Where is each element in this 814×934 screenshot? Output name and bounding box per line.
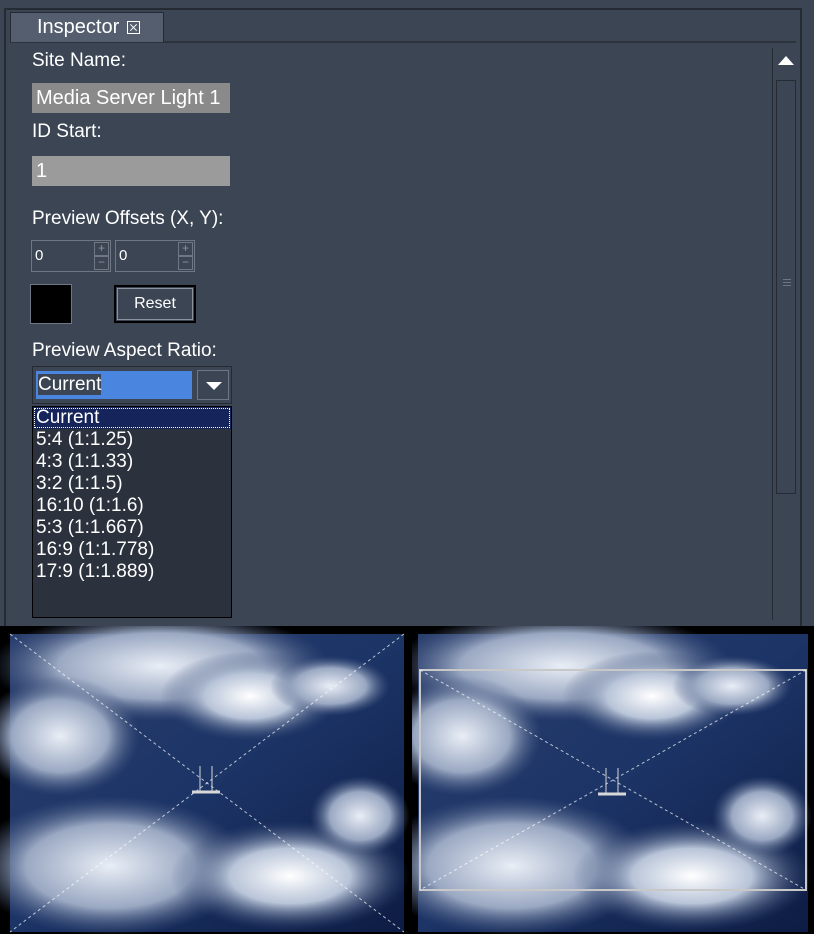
- aspect-ratio-selected-value[interactable]: Current: [36, 371, 192, 399]
- scroll-grip-icon: [783, 279, 791, 280]
- preview-current: [0, 626, 412, 934]
- offset-y-decrement-button[interactable]: −: [178, 256, 193, 270]
- offset-y-increment-button[interactable]: +: [178, 242, 193, 256]
- preview-current-image: [0, 626, 410, 934]
- option-current[interactable]: Current: [33, 407, 231, 429]
- site-name-field[interactable]: Media Server Light 1: [32, 83, 230, 113]
- color-swatch[interactable]: [30, 284, 72, 324]
- reset-button[interactable]: Reset: [114, 285, 196, 323]
- inspector-panel: Inspector Site Name: Media Server Light …: [0, 0, 814, 626]
- offset-x-decrement-button[interactable]: −: [94, 256, 109, 270]
- aspect-ratio-label: Preview Aspect Ratio:: [32, 340, 217, 361]
- aspect-ratio-options-list: Current 5:4 (1:1.25) 4:3 (1:1.33) 3:2 (1…: [32, 406, 232, 618]
- id-start-label: ID Start:: [32, 121, 102, 142]
- offset-x-value: 0: [35, 247, 44, 264]
- option-5-4[interactable]: 5:4 (1:1.25): [33, 429, 231, 451]
- option-4-3[interactable]: 4:3 (1:1.33): [33, 451, 231, 473]
- scroll-thumb[interactable]: [776, 80, 796, 494]
- tab-inspector[interactable]: Inspector: [10, 12, 164, 42]
- preview-letterbox-image: [412, 626, 812, 934]
- preview-offsets-label: Preview Offsets (X, Y):: [32, 208, 224, 229]
- site-name-label: Site Name:: [32, 50, 126, 71]
- option-5-3[interactable]: 5:3 (1:1.667): [33, 517, 231, 539]
- option-3-2[interactable]: 3:2 (1:1.5): [33, 473, 231, 495]
- offset-y-value: 0: [119, 247, 128, 264]
- offset-y-stepper[interactable]: 0 + −: [115, 240, 195, 272]
- offset-x-stepper[interactable]: 0 + −: [31, 240, 111, 272]
- preview-letterbox: [412, 626, 814, 934]
- id-start-field[interactable]: 1: [32, 156, 230, 186]
- option-16-9[interactable]: 16:9 (1:1.778): [33, 539, 231, 561]
- tab-label: Inspector: [37, 16, 120, 38]
- aspect-ratio-select[interactable]: Current: [32, 366, 232, 404]
- dropdown-arrow-icon[interactable]: [197, 370, 229, 400]
- option-16-10[interactable]: 16:10 (1:1.6): [33, 495, 231, 517]
- vertical-scrollbar[interactable]: [772, 48, 798, 620]
- scroll-up-arrow-icon[interactable]: [776, 50, 796, 72]
- offset-x-increment-button[interactable]: +: [94, 242, 109, 256]
- close-icon[interactable]: [127, 21, 141, 34]
- option-17-9[interactable]: 17:9 (1:1.889): [33, 561, 231, 583]
